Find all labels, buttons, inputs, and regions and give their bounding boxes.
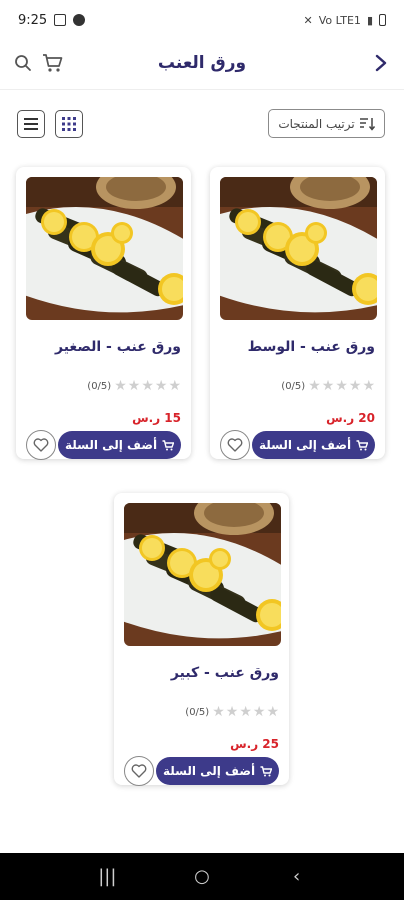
add-to-cart-label: أضف إلى السلة [258,438,352,452]
status-bar: 9:25 ✕ Vo LTE1 ▮ [0,0,404,40]
product-price: 25 ر.س [230,737,279,751]
mute-icon: ✕ [303,13,313,27]
star-icon: ★ [141,378,154,394]
list-view-button[interactable] [17,110,45,138]
product-image[interactable] [220,177,377,320]
gallery-icon [54,14,67,26]
back-nav-button[interactable]: ‹ [282,866,312,887]
add-to-cart-button[interactable]: أضف إلى السلة [156,757,279,785]
rating-text: (0/5) [87,380,112,392]
product-name[interactable]: ورق عنب - الوسط [248,339,375,355]
product-name[interactable]: ورق عنب - الصغير [55,339,181,355]
star-icon: ★ [212,704,225,720]
product-card[interactable]: ورق عنب - الصغير ★ ★ ★ ★ ★ (0/5) 15 ر.س أضف … [16,167,191,460]
product-image[interactable] [26,177,183,320]
rating-stars: ★ ★ ★ ★ ★ [114,379,181,393]
sort-label: ترتيب المنتجات [278,116,355,131]
product-card[interactable]: ورق عنب - كبير ★ ★ ★ ★ ★ (0/5) 25 ر.س أضف إل… [114,493,289,786]
cart-icon [260,765,273,776]
star-icon: ★ [252,704,266,720]
product-price: 20 ر.س [326,411,375,425]
rating-text: (0/5) [185,706,210,718]
status-network-text: Vo LTE1 [318,13,361,27]
product-image[interactable] [124,503,281,646]
system-nav-bar: ||| ○ ‹ [0,853,404,900]
app-header: ورق العنب [0,40,404,90]
star-icon: ★ [154,378,168,394]
home-button[interactable]: ○ [187,866,217,887]
status-left: 9:25 [18,12,86,28]
heart-icon [227,438,243,452]
battery-icon [379,14,386,26]
star-icon: ★ [127,378,141,394]
rating-text: (0/5) [281,380,306,392]
add-to-cart-button[interactable]: أضف إلى السلة [58,431,181,459]
grid-icon [62,117,76,131]
sort-icon [359,117,375,131]
recent-apps-button[interactable]: ||| [92,866,122,887]
signal-icon: ▮ [366,13,373,27]
rating-stars: ★ ★ ★ ★ ★ [308,379,375,393]
sort-products-button[interactable]: ترتيب المنتجات [268,109,385,138]
star-icon: ★ [239,704,252,720]
wishlist-button[interactable] [220,430,250,460]
star-icon: ★ [114,378,127,394]
grid-view-button[interactable] [55,110,83,138]
star-icon: ★ [308,378,321,394]
add-to-cart-label: أضف إلى السلة [64,438,158,452]
star-icon: ★ [266,704,279,720]
back-button[interactable] [370,52,392,74]
chevron-right-icon [375,54,387,72]
add-to-cart-label: أضف إلى السلة [162,764,256,778]
heart-icon [131,764,147,778]
product-card[interactable]: ورق عنب - الوسط ★ ★ ★ ★ ★ (0/5) 20 ر.س أضف إ… [210,167,385,460]
product-rating: ★ ★ ★ ★ ★ (0/5) [87,379,181,393]
notification-icon [73,14,86,26]
list-icon [24,118,38,130]
status-right: ✕ Vo LTE1 ▮ [304,14,386,27]
star-icon: ★ [348,378,362,394]
cart-icon [356,439,369,450]
cart-icon [162,439,175,450]
wishlist-button[interactable] [124,756,154,786]
star-icon: ★ [362,378,375,394]
wishlist-button[interactable] [26,430,56,460]
star-icon: ★ [168,378,181,394]
product-rating: ★ ★ ★ ★ ★ (0/5) [281,379,375,393]
status-time: 9:25 [18,12,48,28]
star-icon: ★ [225,704,239,720]
product-name[interactable]: ورق عنب - كبير [171,665,279,681]
product-price: 15 ر.س [132,411,181,425]
star-icon: ★ [321,378,335,394]
product-rating: ★ ★ ★ ★ ★ (0/5) [185,705,279,719]
page-title: ورق العنب [157,53,247,73]
heart-icon [33,438,49,452]
add-to-cart-button[interactable]: أضف إلى السلة [252,431,375,459]
star-icon: ★ [335,378,348,394]
rating-stars: ★ ★ ★ ★ ★ [212,705,279,719]
